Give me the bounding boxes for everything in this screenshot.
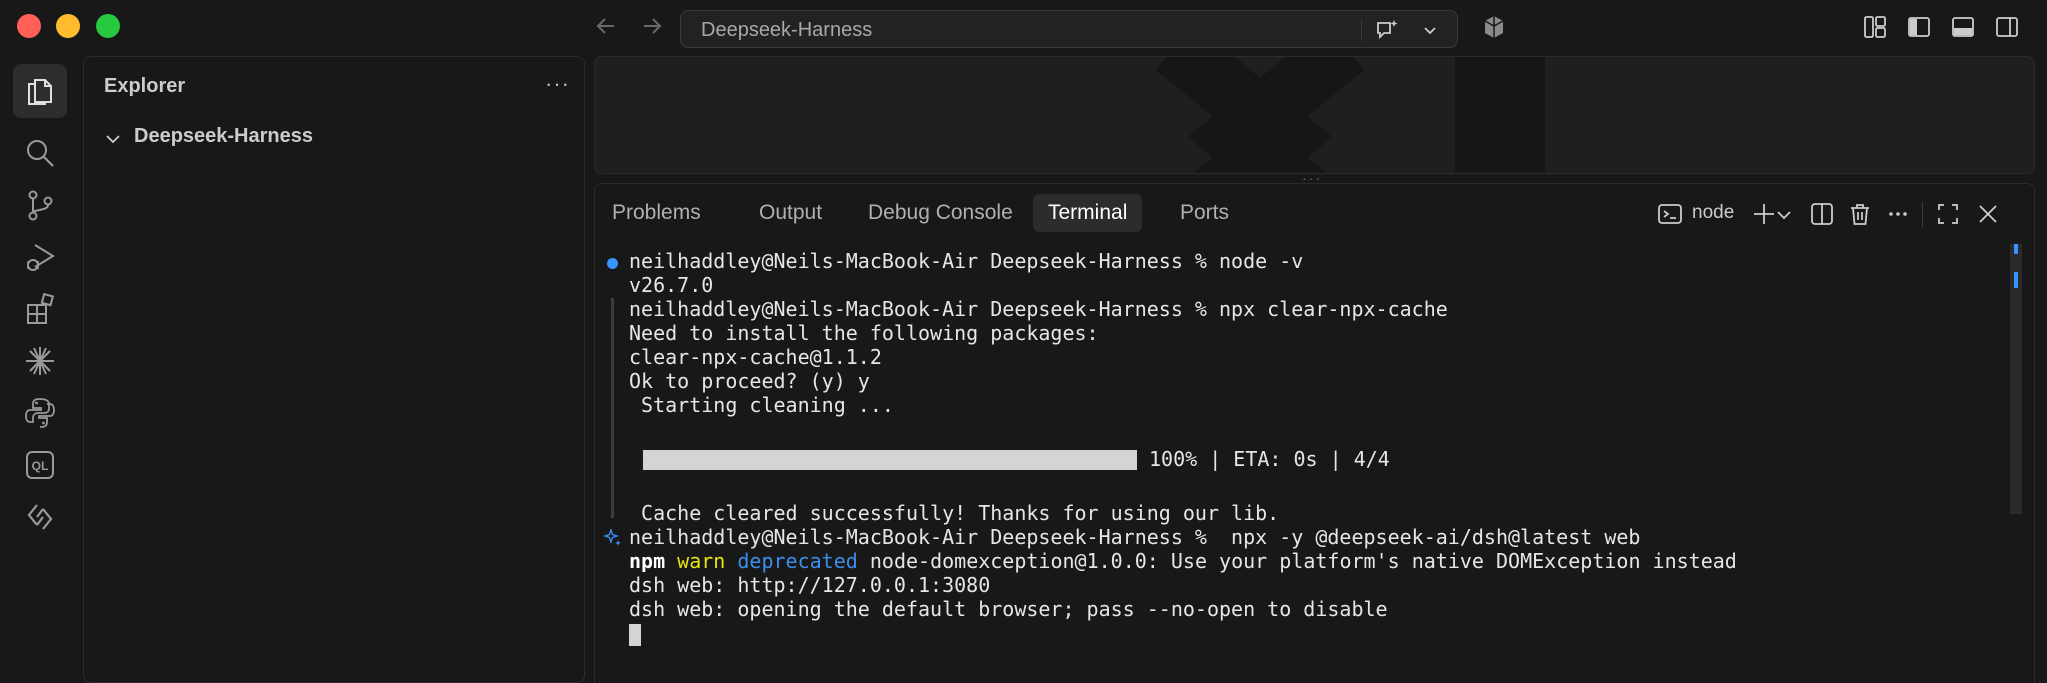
explorer-icon bbox=[28, 79, 52, 105]
terminal-scrollbar[interactable] bbox=[2010, 244, 2022, 514]
activity-bar: QL bbox=[0, 56, 82, 683]
customize-layout-icon[interactable] bbox=[1862, 14, 1888, 40]
tab-ports[interactable]: Ports bbox=[1165, 194, 1244, 232]
vscode-watermark-icon bbox=[1156, 57, 1545, 173]
activity-ql[interactable]: QL bbox=[13, 438, 67, 492]
activity-source-control[interactable] bbox=[13, 178, 67, 232]
terminal-icon[interactable] bbox=[1656, 200, 1684, 228]
command-center-label: Deepseek-Harness bbox=[701, 19, 873, 41]
activity-extensions[interactable] bbox=[13, 282, 67, 336]
terminal-line: neilhaddley@Neils-MacBook-Air Deepseek-H… bbox=[629, 525, 1641, 549]
divider bbox=[1922, 202, 1923, 228]
title-bar: Deepseek-Harness bbox=[0, 0, 2047, 56]
npm-label: npm bbox=[629, 549, 666, 573]
command-success-marker[interactable] bbox=[607, 258, 618, 269]
activity-sparkle[interactable] bbox=[13, 334, 67, 388]
source-control-icon bbox=[28, 190, 53, 221]
terminal-line: clear-npx-cache@1.1.2 bbox=[629, 345, 882, 369]
toggle-primary-sidebar-icon[interactable] bbox=[1906, 14, 1932, 40]
terminal-line: Cache cleared successfully! Thanks for u… bbox=[629, 501, 1280, 525]
chevron-down-icon bbox=[106, 135, 120, 144]
editor-area bbox=[594, 56, 2035, 174]
terminal-line: v26.7.0 bbox=[629, 273, 714, 297]
panel-toolbar: node bbox=[1614, 184, 2034, 244]
terminal-line: dsh web: opening the default browser; pa… bbox=[629, 597, 1388, 621]
split-terminal-icon[interactable] bbox=[1808, 200, 1836, 228]
bottom-panel: Problems Output Debug Console Terminal P… bbox=[594, 183, 2035, 683]
ql-icon: QL bbox=[26, 451, 54, 479]
forward-arrow-icon[interactable] bbox=[638, 12, 666, 40]
tab-problems[interactable]: Problems bbox=[597, 194, 716, 232]
activity-explorer[interactable] bbox=[13, 64, 67, 118]
scroll-marker bbox=[2014, 244, 2018, 254]
terminal-line: neilhaddley@Neils-MacBook-Air Deepseek-H… bbox=[629, 249, 1304, 273]
tab-terminal[interactable]: Terminal bbox=[1033, 194, 1143, 232]
terminal-line: Need to install the following packages: bbox=[629, 321, 1099, 345]
activity-connection[interactable] bbox=[13, 490, 67, 544]
activity-run-debug[interactable] bbox=[13, 230, 67, 284]
divider bbox=[1361, 19, 1362, 41]
terminal-line: Ok to proceed? (y) y bbox=[629, 369, 870, 393]
back-arrow-icon[interactable] bbox=[592, 12, 620, 40]
chat-sparkle-icon[interactable] bbox=[1374, 17, 1400, 43]
close-icon[interactable] bbox=[1974, 200, 2002, 228]
trash-icon[interactable] bbox=[1846, 200, 1874, 228]
chevron-down-icon[interactable] bbox=[1421, 21, 1439, 39]
progress-bar bbox=[643, 450, 1137, 470]
sidebar-title: Explorer bbox=[104, 75, 186, 97]
ql-icon-label: QL bbox=[32, 459, 49, 473]
maximize-panel-icon[interactable] bbox=[1934, 200, 1962, 228]
terminal-line: npm warn deprecated node-domexception@1.… bbox=[629, 550, 1737, 573]
copilot-icon[interactable] bbox=[1480, 13, 1508, 41]
chevron-down-icon[interactable] bbox=[1774, 200, 1794, 228]
toggle-secondary-sidebar-icon[interactable] bbox=[1994, 14, 2020, 40]
terminal-output[interactable]: neilhaddley@Neils-MacBook-Air Deepseek-H… bbox=[595, 250, 2015, 680]
warn-message: node-domexception@1.0.0: Use your platfo… bbox=[869, 549, 1737, 573]
tab-output[interactable]: Output bbox=[744, 194, 837, 232]
scroll-marker bbox=[2014, 272, 2018, 288]
terminal-line: Starting cleaning ... bbox=[629, 393, 894, 417]
activity-python[interactable] bbox=[13, 386, 67, 440]
window-maximize-button[interactable] bbox=[96, 14, 120, 38]
deprecated-label: deprecated bbox=[737, 549, 858, 573]
activity-search[interactable] bbox=[13, 126, 67, 180]
tab-debug-console[interactable]: Debug Console bbox=[853, 194, 1028, 232]
folder-label: Deepseek-Harness bbox=[134, 125, 313, 147]
run-debug-icon bbox=[27, 244, 55, 271]
extensions-icon bbox=[27, 292, 55, 324]
python-icon bbox=[25, 398, 55, 428]
terminal-line: dsh web: http://127.0.0.1:3080 bbox=[629, 573, 991, 597]
terminal-name[interactable]: node bbox=[1692, 202, 1734, 224]
search-icon bbox=[27, 140, 54, 167]
more-actions-button[interactable]: ··· bbox=[545, 71, 570, 97]
more-icon[interactable] bbox=[1884, 200, 1912, 228]
toggle-panel-icon[interactable] bbox=[1950, 14, 1976, 40]
connection-icon bbox=[27, 504, 53, 530]
sparkle-icon[interactable] bbox=[603, 528, 623, 548]
command-group-bar bbox=[611, 298, 614, 518]
sparkle-icon bbox=[26, 347, 54, 375]
explorer-sidebar: Explorer ··· Deepseek-Harness bbox=[83, 56, 585, 683]
window-minimize-button[interactable] bbox=[56, 14, 80, 38]
window-close-button[interactable] bbox=[17, 14, 41, 38]
warn-label: warn bbox=[677, 549, 726, 573]
terminal-cursor bbox=[629, 624, 641, 646]
command-center[interactable]: Deepseek-Harness bbox=[680, 10, 1458, 48]
progress-text: 100% | ETA: 0s | 4/4 bbox=[1149, 447, 1390, 471]
terminal-line: neilhaddley@Neils-MacBook-Air Deepseek-H… bbox=[629, 297, 1448, 321]
